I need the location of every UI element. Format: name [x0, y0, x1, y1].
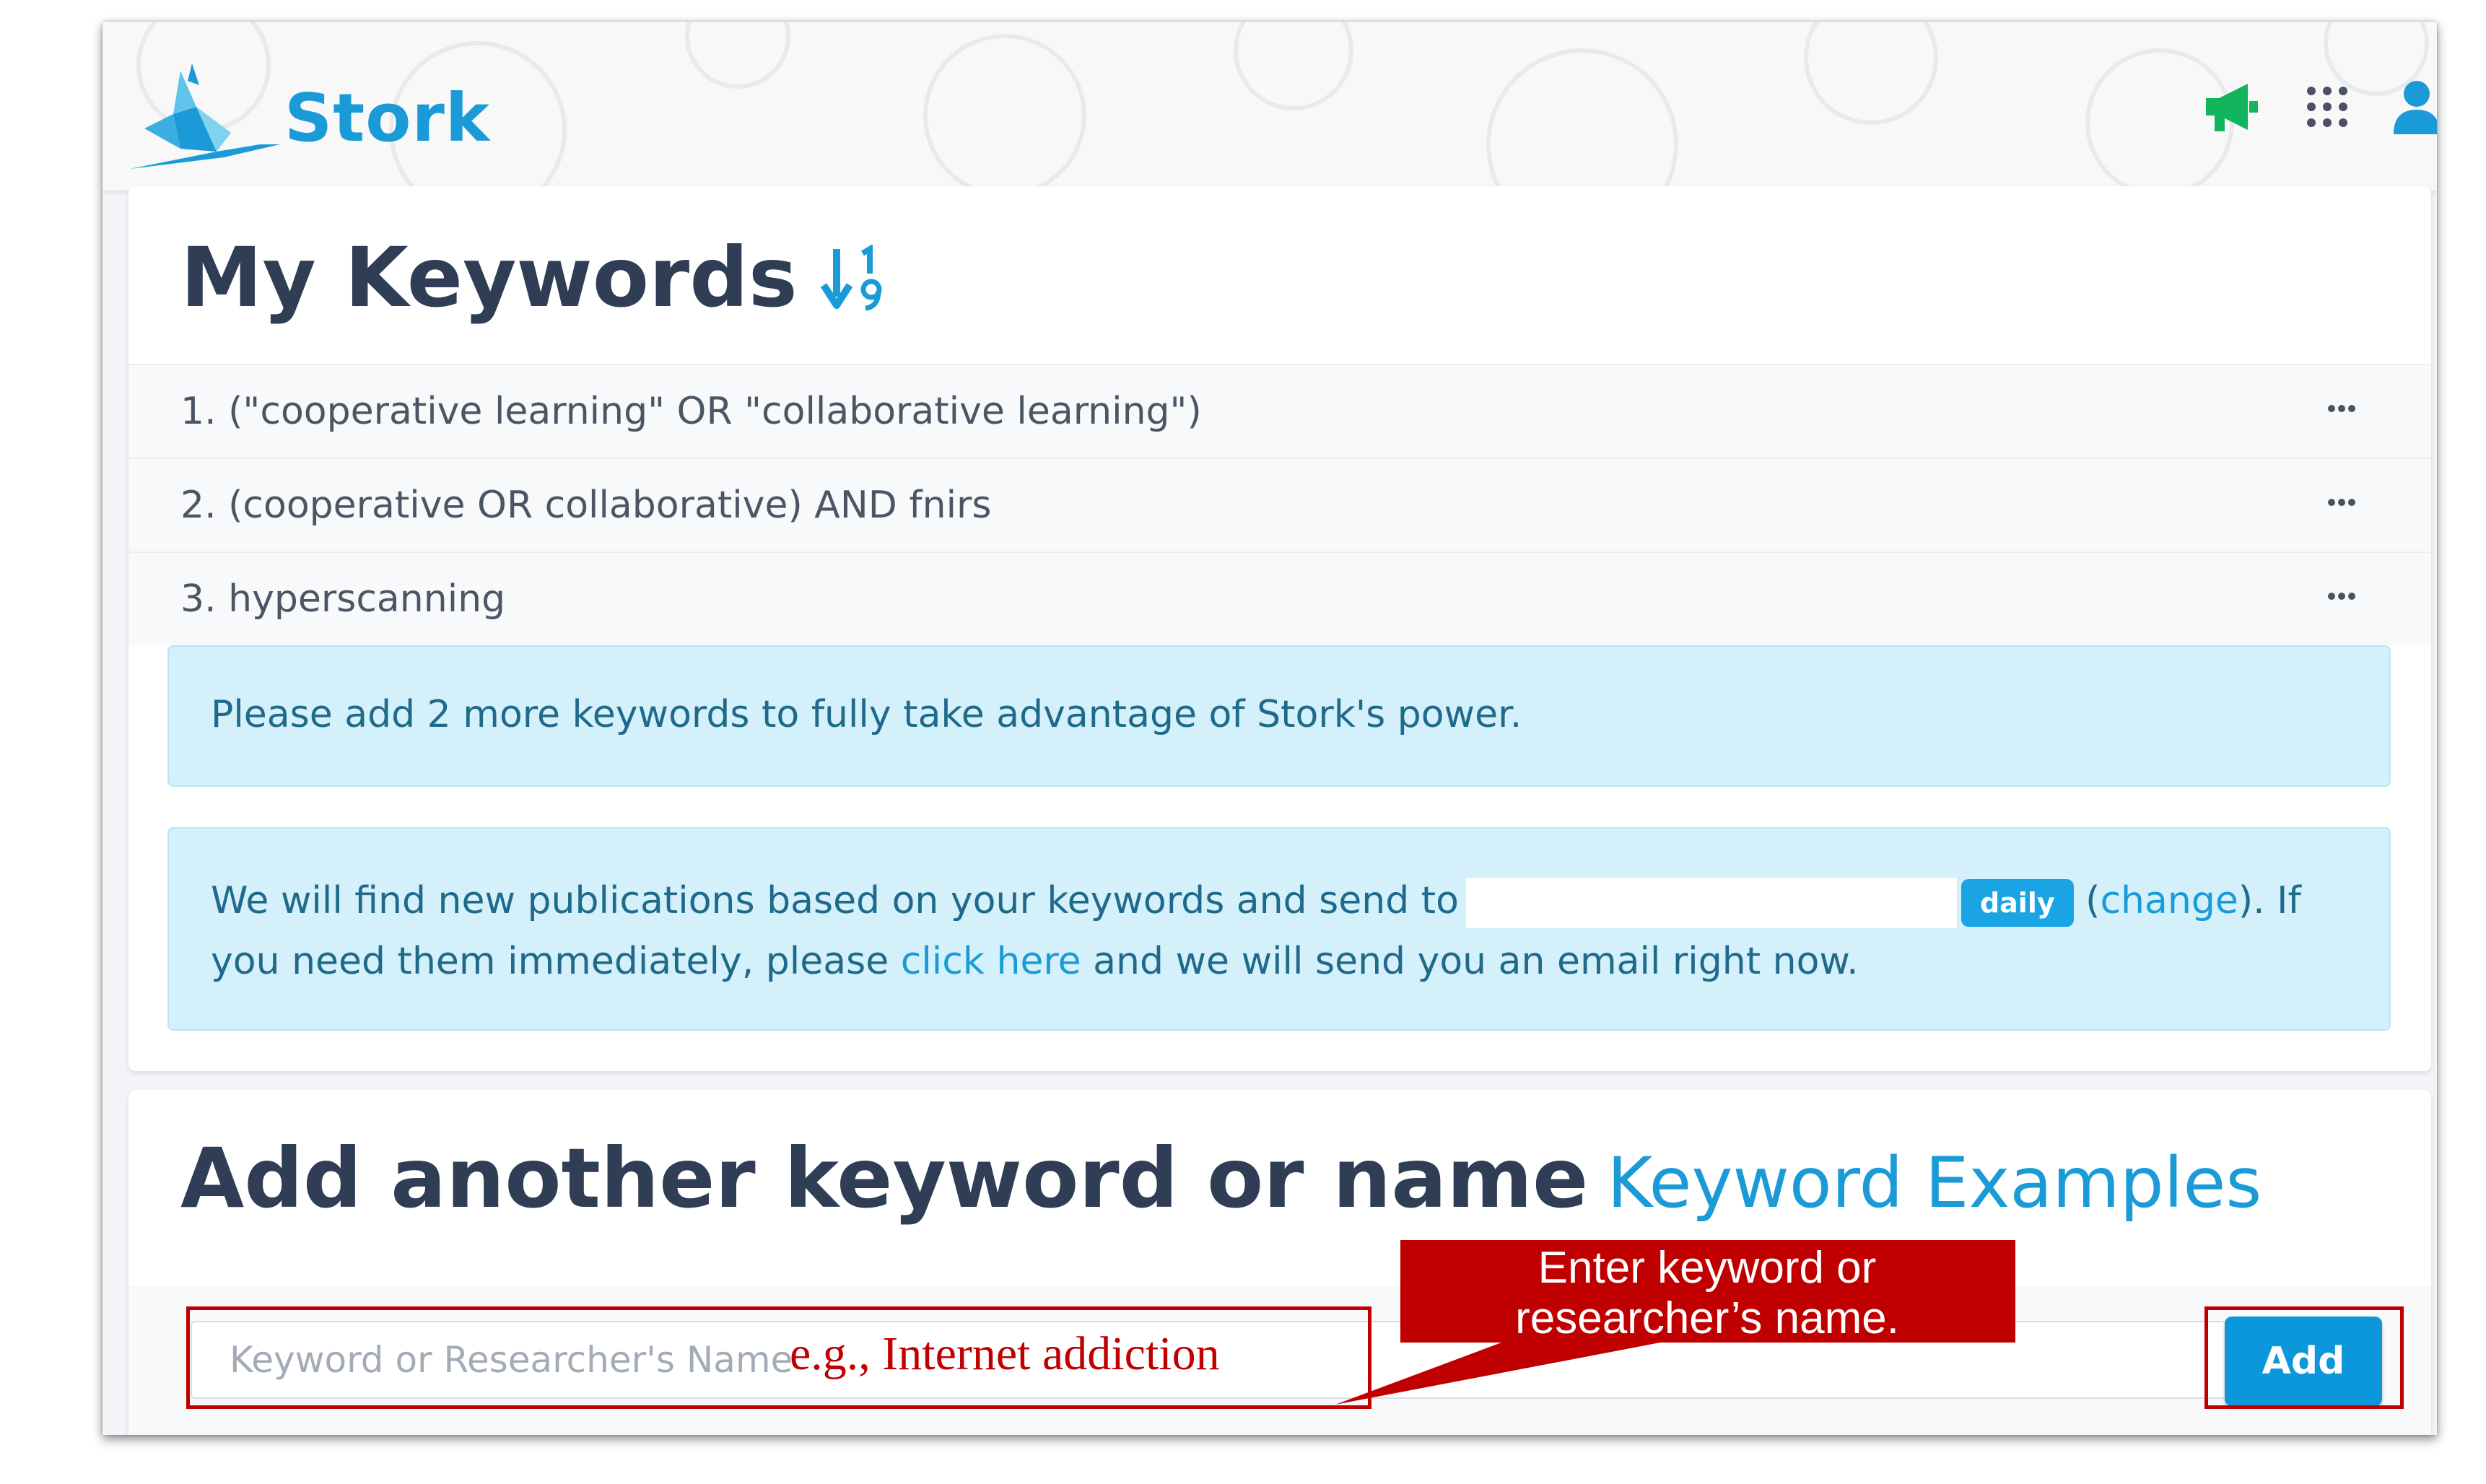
callout-line-1: Enter keyword or — [1538, 1243, 1877, 1293]
annotation-callout: Enter keyword or researcher’s name. — [1402, 1243, 2012, 1343]
annotation-callout-shape — [1335, 1240, 2015, 1405]
callout-line-2: researcher’s name. — [1515, 1293, 1899, 1343]
